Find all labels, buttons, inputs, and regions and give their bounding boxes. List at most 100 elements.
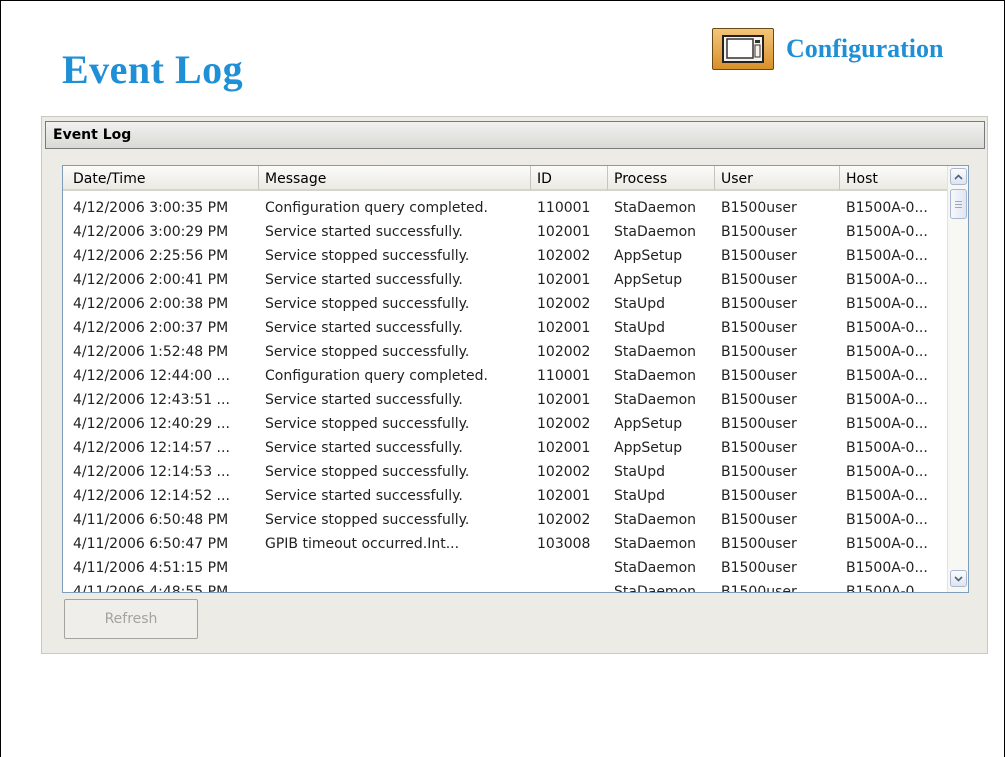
table-row[interactable]: 4/12/2006 12:14:52 ... Service started su… xyxy=(63,484,948,508)
table-row[interactable]: 4/12/2006 12:14:53 ... Service stopped su… xyxy=(63,460,948,484)
cell-host: B1500A-0... xyxy=(846,296,928,312)
cell-message: Service stopped successfully. xyxy=(265,416,470,432)
cell-process: StaDaemon xyxy=(614,536,697,552)
cell-host: B1500A-0... xyxy=(846,536,928,552)
cell-datetime: 4/12/2006 3:00:35 PM xyxy=(73,200,229,216)
table-row[interactable]: 4/11/2006 4:48:55 PM StaDaemon B1500user B1… xyxy=(63,580,948,592)
cell-message: Configuration query completed. xyxy=(265,368,488,384)
scroll-up-button[interactable] xyxy=(950,168,967,185)
cell-datetime: 4/12/2006 12:44:00 ... xyxy=(73,368,230,384)
event-log-panel: Event Log Date/Time Message ID Process U… xyxy=(41,116,988,654)
column-header-user[interactable]: User xyxy=(715,166,840,191)
cell-host: B1500A-0... xyxy=(846,320,928,336)
table-row[interactable]: 4/12/2006 2:00:37 PM Service started succ… xyxy=(63,316,948,340)
cell-id: 102002 xyxy=(537,296,591,312)
cell-user: B1500user xyxy=(721,320,797,336)
cell-host: B1500A-0... xyxy=(846,488,928,504)
cell-user: B1500user xyxy=(721,488,797,504)
cell-id: 102002 xyxy=(537,416,591,432)
cell-id: 102001 xyxy=(537,272,591,288)
table-row[interactable]: 4/12/2006 12:14:57 ... Service started su… xyxy=(63,436,948,460)
cell-user: B1500user xyxy=(721,368,797,384)
cell-message: Service started successfully. xyxy=(265,320,463,336)
table-row[interactable]: 4/12/2006 12:43:51 ... Service started su… xyxy=(63,388,948,412)
cell-host: B1500A-0... xyxy=(846,248,928,264)
cell-datetime: 4/12/2006 1:52:48 PM xyxy=(73,344,229,360)
cell-message: GPIB timeout occurred.Int... xyxy=(265,536,460,552)
table-row[interactable]: 4/12/2006 3:00:29 PM Service started succ… xyxy=(63,220,948,244)
cell-message: Service started successfully. xyxy=(265,224,463,240)
column-header-process[interactable]: Process xyxy=(608,166,715,191)
table-row[interactable]: 4/12/2006 2:25:56 PM Service stopped succ… xyxy=(63,244,948,268)
table-row[interactable]: 4/11/2006 6:50:47 PM GPIB timeout occurre… xyxy=(63,532,948,556)
cell-datetime: 4/12/2006 2:00:41 PM xyxy=(73,272,229,288)
cell-host: B1500A-0... xyxy=(846,464,928,480)
cell-datetime: 4/11/2006 6:50:48 PM xyxy=(73,512,229,528)
cell-message: Service stopped successfully. xyxy=(265,464,470,480)
cell-id: 110001 xyxy=(537,200,591,216)
cell-datetime: 4/12/2006 2:25:56 PM xyxy=(73,248,229,264)
scroll-down-button[interactable] xyxy=(950,570,967,587)
cell-datetime: 4/12/2006 12:14:57 ... xyxy=(73,440,230,456)
cell-host: B1500A-0... xyxy=(846,416,928,432)
cell-process: AppSetup xyxy=(614,416,683,432)
vertical-scrollbar[interactable] xyxy=(947,166,968,592)
cell-id: 103008 xyxy=(537,536,591,552)
cell-process: StaDaemon xyxy=(614,392,697,408)
event-log-list[interactable]: Date/Time Message ID Process User Host 4… xyxy=(62,165,969,593)
cell-process: AppSetup xyxy=(614,272,683,288)
monitor-icon xyxy=(712,28,774,70)
slide-title: Event Log xyxy=(62,47,244,92)
cell-id: 102002 xyxy=(537,464,591,480)
cell-process: StaDaemon xyxy=(614,200,697,216)
cell-user: B1500user xyxy=(721,344,797,360)
cell-message: Service stopped successfully. xyxy=(265,344,470,360)
cell-id xyxy=(531,556,608,580)
column-header-row: Date/Time Message ID Process User Host xyxy=(63,166,968,191)
cell-host: B1500A-0... xyxy=(846,392,928,408)
cell-id: 102002 xyxy=(537,344,591,360)
cell-process: AppSetup xyxy=(614,248,683,264)
cell-datetime: 4/12/2006 12:40:29 ... xyxy=(73,416,230,432)
cell-process: StaDaemon xyxy=(614,512,697,528)
cell-host: B1500A-0... xyxy=(846,560,928,576)
column-header-datetime[interactable]: Date/Time xyxy=(63,166,259,191)
cell-id: 110001 xyxy=(537,368,591,384)
cell-message: Service started successfully. xyxy=(265,392,463,408)
table-row[interactable]: 4/12/2006 2:00:41 PM Service started succ… xyxy=(63,268,948,292)
table-row[interactable]: 4/12/2006 2:00:38 PM Service stopped succ… xyxy=(63,292,948,316)
cell-user: B1500user xyxy=(721,512,797,528)
refresh-button[interactable]: Refresh xyxy=(64,599,198,639)
cell-host: B1500A-0... xyxy=(846,272,928,288)
table-row[interactable]: 4/12/2006 1:52:48 PM Service stopped succ… xyxy=(63,340,948,364)
cell-id: 102001 xyxy=(537,392,591,408)
cell-user: B1500user xyxy=(721,560,797,576)
cell-host: B1500A-0... xyxy=(846,224,928,240)
table-row[interactable]: 4/12/2006 12:40:29 ... Service stopped su… xyxy=(63,412,948,436)
cell-user: B1500user xyxy=(721,224,797,240)
cell-datetime: 4/12/2006 2:00:37 PM xyxy=(73,320,229,336)
cell-user: B1500user xyxy=(721,248,797,264)
column-header-message[interactable]: Message xyxy=(259,166,531,191)
cell-process: StaDaemon xyxy=(614,344,697,360)
cell-datetime: 4/12/2006 2:00:38 PM xyxy=(73,296,229,312)
cell-host: B1500A-0... xyxy=(846,440,928,456)
configuration-label: Configuration xyxy=(786,34,944,63)
table-row[interactable]: 4/12/2006 3:00:35 PM Configuration query … xyxy=(63,196,948,220)
cell-id xyxy=(531,580,608,592)
table-row[interactable]: 4/11/2006 6:50:48 PM Service stopped succ… xyxy=(63,508,948,532)
table-row[interactable]: 4/11/2006 4:51:15 PM StaDaemon B1500user B1… xyxy=(63,556,948,580)
cell-datetime: 4/12/2006 12:43:51 ... xyxy=(73,392,230,408)
column-header-id[interactable]: ID xyxy=(531,166,608,191)
column-header-host[interactable]: Host xyxy=(840,166,948,191)
cell-id: 102001 xyxy=(537,440,591,456)
scroll-thumb[interactable] xyxy=(950,189,967,219)
panel-title: Event Log xyxy=(45,121,985,149)
cell-datetime: 4/12/2006 12:14:52 ... xyxy=(73,488,230,504)
cell-host: B1500A-0... xyxy=(846,512,928,528)
cell-message: Service stopped successfully. xyxy=(265,248,470,264)
cell-process: StaUpd xyxy=(614,296,665,312)
table-row[interactable]: 4/12/2006 12:44:00 ... Configuration quer… xyxy=(63,364,948,388)
list-body: 4/12/2006 3:00:35 PM Configuration query … xyxy=(63,196,948,592)
chevron-up-icon xyxy=(954,173,963,180)
